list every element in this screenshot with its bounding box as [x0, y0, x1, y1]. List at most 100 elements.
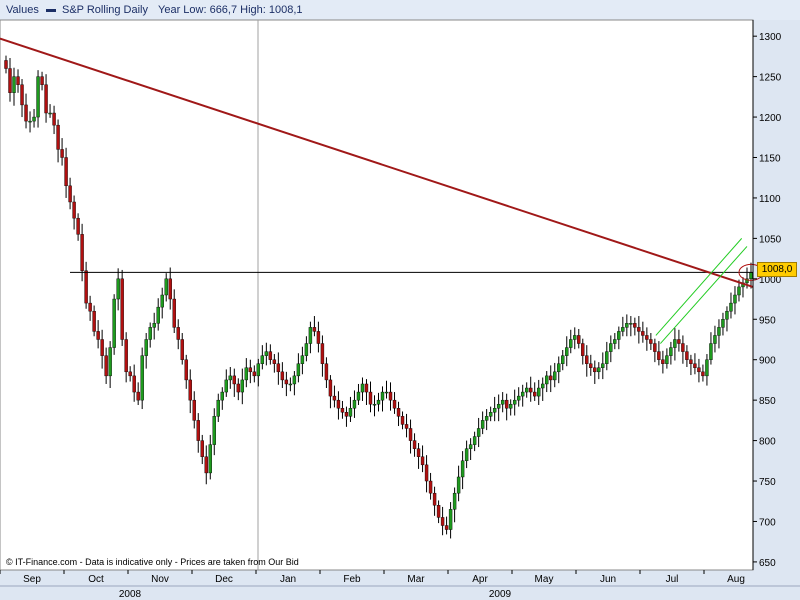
x-month-label: Sep: [23, 574, 41, 585]
candle-body: [356, 391, 361, 401]
x-month-label: Jun: [600, 574, 616, 585]
candle-body: [452, 492, 457, 510]
candle-body: [460, 460, 465, 478]
candle-body: [697, 367, 701, 373]
candle-body: [516, 395, 521, 401]
candle-body: [128, 371, 132, 377]
x-month-label: Nov: [151, 574, 169, 585]
candle-body: [68, 185, 72, 203]
candle-body: [653, 343, 657, 352]
candle-body: [545, 375, 549, 385]
candle-body: [176, 327, 180, 340]
candle-body: [621, 327, 625, 332]
y-tick-label: 1250: [759, 73, 782, 84]
y-tick-label: 900: [759, 356, 776, 367]
candle-body: [408, 428, 413, 441]
x-month-label: Mar: [407, 574, 425, 585]
candle-body: [541, 383, 545, 389]
candle-body: [633, 323, 637, 328]
candle-body: [665, 355, 669, 364]
candle-body: [524, 387, 529, 393]
candle-body: [368, 391, 373, 405]
candle-body: [705, 359, 709, 377]
candle-body: [216, 399, 220, 417]
y-tick-label: 700: [759, 517, 776, 528]
candle-body: [709, 343, 713, 360]
x-month-label: Feb: [343, 574, 361, 585]
candle-body: [553, 371, 557, 381]
candle-body: [108, 347, 112, 377]
candle-body: [729, 302, 733, 312]
candle-body: [52, 112, 56, 126]
candle-body: [300, 355, 305, 364]
candle-body: [316, 331, 321, 344]
candle-body: [72, 201, 76, 219]
candle-body: [629, 323, 633, 325]
candle-body: [529, 387, 533, 393]
candle-body: [88, 302, 92, 312]
candle-body: [56, 124, 60, 150]
candle-body: [180, 339, 184, 360]
candle-body: [573, 335, 577, 340]
year-label: 2009: [489, 589, 512, 600]
candle-body: [288, 383, 293, 386]
candle-body: [268, 351, 273, 360]
x-month-label: Dec: [215, 574, 233, 585]
candle-body: [320, 343, 325, 364]
year-label: 2008: [119, 589, 142, 600]
candle-body: [188, 379, 192, 401]
candle-body: [144, 339, 148, 356]
candle-body: [156, 306, 160, 324]
x-month-label: Aug: [727, 574, 745, 585]
y-tick-label: 1200: [759, 113, 782, 124]
candle-body: [184, 359, 188, 381]
candle-body: [20, 84, 24, 106]
candle-body: [669, 347, 673, 356]
candle-body: [256, 363, 261, 377]
candle-body: [252, 371, 257, 377]
candle-body: [80, 234, 84, 271]
candle-body: [228, 375, 232, 381]
candle-body: [64, 157, 68, 187]
candle-body: [424, 464, 429, 482]
x-month-label: Jan: [280, 574, 296, 585]
candle-body: [16, 76, 20, 85]
candle-body: [508, 403, 513, 409]
candle-body: [593, 367, 597, 373]
candle-body: [396, 408, 401, 417]
candle-body: [657, 351, 661, 360]
candle-body: [248, 367, 253, 373]
candle-body: [597, 367, 601, 373]
candle-body: [264, 351, 269, 356]
candle-body: [280, 371, 285, 381]
candle-body: [444, 525, 449, 530]
candle-body: [689, 359, 693, 364]
candle-body: [344, 412, 349, 417]
y-tick-label: 1050: [759, 234, 782, 245]
candle-body: [148, 327, 152, 340]
candle-body: [8, 68, 12, 93]
candle-body: [609, 343, 613, 352]
candle-body: [24, 104, 28, 122]
candle-body: [392, 399, 397, 409]
candle-body: [164, 278, 168, 296]
candle-body: [112, 298, 116, 348]
candle-body: [332, 395, 337, 401]
candle-body: [4, 60, 8, 69]
candle-body: [284, 379, 289, 385]
candle-body: [212, 416, 216, 445]
y-tick-label: 800: [759, 437, 776, 448]
candle-body: [492, 408, 497, 413]
candle-body: [204, 456, 208, 474]
candle-body: [96, 331, 100, 340]
candle-body: [308, 327, 313, 344]
candle-body: [220, 391, 224, 401]
candle-body: [468, 444, 473, 449]
x-month-label: May: [535, 574, 554, 585]
y-tick-label: 850: [759, 396, 776, 407]
candle-body: [152, 323, 156, 328]
candle-body: [565, 347, 569, 356]
candle-body: [48, 112, 52, 115]
candle-body: [440, 517, 445, 526]
candle-body: [432, 492, 437, 506]
